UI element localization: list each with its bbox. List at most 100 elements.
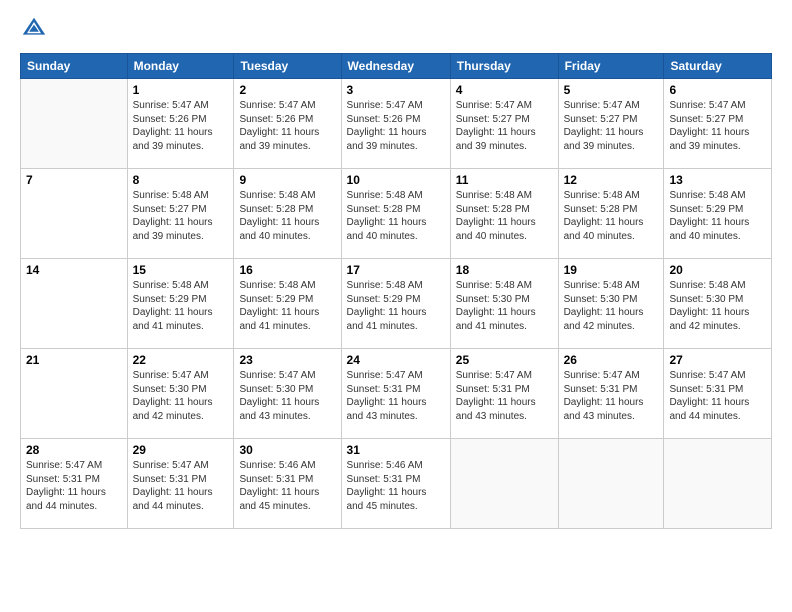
cell-info: Sunrise: 5:48 AMSunset: 5:30 PMDaylight:… <box>456 279 553 333</box>
day-number: 6 <box>669 83 766 97</box>
table-cell: 5 Sunrise: 5:47 AMSunset: 5:27 PMDaylight… <box>558 79 664 169</box>
day-number: 17 <box>347 263 445 277</box>
table-cell: 19 Sunrise: 5:48 AMSunset: 5:30 PMDayligh… <box>558 259 664 349</box>
calendar-header-row: Sunday Monday Tuesday Wednesday Thursday… <box>21 54 772 79</box>
table-cell: 6 Sunrise: 5:47 AMSunset: 5:27 PMDaylight… <box>664 79 772 169</box>
cell-info: Sunrise: 5:47 AMSunset: 5:31 PMDaylight:… <box>456 369 553 423</box>
table-cell: 20 Sunrise: 5:48 AMSunset: 5:30 PMDayligh… <box>664 259 772 349</box>
table-cell: 15 Sunrise: 5:48 AMSunset: 5:29 PMDayligh… <box>127 259 234 349</box>
cell-info: Sunrise: 5:47 AMSunset: 5:31 PMDaylight:… <box>669 369 766 423</box>
table-cell: 9 Sunrise: 5:48 AMSunset: 5:28 PMDaylight… <box>234 169 341 259</box>
table-cell <box>21 79 128 169</box>
day-number: 29 <box>133 443 229 457</box>
table-cell: 17 Sunrise: 5:48 AMSunset: 5:29 PMDayligh… <box>341 259 450 349</box>
day-number: 27 <box>669 353 766 367</box>
table-cell: 28 Sunrise: 5:47 AMSunset: 5:31 PMDayligh… <box>21 439 128 529</box>
table-cell: 29Sunrise: 5:47 AMSunset: 5:31 PMDayligh… <box>127 439 234 529</box>
day-number: 28 <box>26 443 122 457</box>
day-number: 5 <box>564 83 659 97</box>
table-row: 1 Sunrise: 5:47 AMSunset: 5:26 PMDaylight… <box>21 79 772 169</box>
table-cell: 7 <box>21 169 128 259</box>
header <box>20 15 772 43</box>
table-cell: 2 Sunrise: 5:47 AMSunset: 5:26 PMDaylight… <box>234 79 341 169</box>
table-cell: 26Sunrise: 5:47 AMSunset: 5:31 PMDayligh… <box>558 349 664 439</box>
cell-info: Sunrise: 5:46 AMSunset: 5:31 PMDaylight:… <box>347 459 445 513</box>
day-number: 11 <box>456 173 553 187</box>
table-row: 14 15 Sunrise: 5:48 AMSunset: 5:29 PMDayli… <box>21 259 772 349</box>
table-cell: 13 Sunrise: 5:48 AMSunset: 5:29 PMDayligh… <box>664 169 772 259</box>
table-cell <box>558 439 664 529</box>
day-number: 4 <box>456 83 553 97</box>
cell-info: Sunrise: 5:47 AMSunset: 5:26 PMDaylight:… <box>133 99 229 153</box>
cell-info: Sunrise: 5:48 AMSunset: 5:29 PMDaylight:… <box>239 279 335 333</box>
day-number: 12 <box>564 173 659 187</box>
cell-info: Sunrise: 5:46 AMSunset: 5:31 PMDaylight:… <box>239 459 335 513</box>
col-tuesday: Tuesday <box>234 54 341 79</box>
table-row: 21 22Sunrise: 5:47 AMSunset: 5:30 PMDayli… <box>21 349 772 439</box>
day-number: 18 <box>456 263 553 277</box>
day-number: 8 <box>133 173 229 187</box>
table-cell: 16 Sunrise: 5:48 AMSunset: 5:29 PMDayligh… <box>234 259 341 349</box>
day-number: 13 <box>669 173 766 187</box>
day-number: 1 <box>133 83 229 97</box>
col-wednesday: Wednesday <box>341 54 450 79</box>
col-monday: Monday <box>127 54 234 79</box>
day-number: 15 <box>133 263 229 277</box>
table-cell: 23Sunrise: 5:47 AMSunset: 5:30 PMDayligh… <box>234 349 341 439</box>
cell-info: Sunrise: 5:48 AMSunset: 5:29 PMDaylight:… <box>669 189 766 243</box>
table-cell: 31 Sunrise: 5:46 AMSunset: 5:31 PMDayligh… <box>341 439 450 529</box>
day-number: 2 <box>239 83 335 97</box>
table-cell: 4 Sunrise: 5:47 AMSunset: 5:27 PMDaylight… <box>450 79 558 169</box>
day-number: 9 <box>239 173 335 187</box>
day-number: 14 <box>26 263 122 277</box>
table-cell: 22Sunrise: 5:47 AMSunset: 5:30 PMDayligh… <box>127 349 234 439</box>
table-row: 28 Sunrise: 5:47 AMSunset: 5:31 PMDayligh… <box>21 439 772 529</box>
day-number: 19 <box>564 263 659 277</box>
day-number: 3 <box>347 83 445 97</box>
cell-info: Sunrise: 5:48 AMSunset: 5:27 PMDaylight:… <box>133 189 229 243</box>
logo <box>20 15 52 43</box>
table-row: 78 Sunrise: 5:48 AMSunset: 5:27 PMDayligh… <box>21 169 772 259</box>
cell-info: Sunrise: 5:48 AMSunset: 5:30 PMDaylight:… <box>669 279 766 333</box>
table-cell: 10Sunrise: 5:48 AMSunset: 5:28 PMDayligh… <box>341 169 450 259</box>
cell-info: Sunrise: 5:47 AMSunset: 5:27 PMDaylight:… <box>669 99 766 153</box>
cell-info: Sunrise: 5:48 AMSunset: 5:29 PMDaylight:… <box>133 279 229 333</box>
table-cell: 30 Sunrise: 5:46 AMSunset: 5:31 PMDayligh… <box>234 439 341 529</box>
day-number: 30 <box>239 443 335 457</box>
table-cell: 1 Sunrise: 5:47 AMSunset: 5:26 PMDaylight… <box>127 79 234 169</box>
page: Sunday Monday Tuesday Wednesday Thursday… <box>0 0 792 612</box>
cell-info: Sunrise: 5:47 AMSunset: 5:31 PMDaylight:… <box>26 459 122 513</box>
day-number: 24 <box>347 353 445 367</box>
table-cell: 14 <box>21 259 128 349</box>
col-thursday: Thursday <box>450 54 558 79</box>
cell-info: Sunrise: 5:48 AMSunset: 5:28 PMDaylight:… <box>239 189 335 243</box>
table-cell <box>450 439 558 529</box>
day-number: 31 <box>347 443 445 457</box>
cell-info: Sunrise: 5:48 AMSunset: 5:29 PMDaylight:… <box>347 279 445 333</box>
col-friday: Friday <box>558 54 664 79</box>
day-number: 23 <box>239 353 335 367</box>
day-number: 7 <box>26 173 122 187</box>
cell-info: Sunrise: 5:47 AMSunset: 5:31 PMDaylight:… <box>347 369 445 423</box>
table-cell: 3 Sunrise: 5:47 AMSunset: 5:26 PMDaylight… <box>341 79 450 169</box>
day-number: 16 <box>239 263 335 277</box>
cell-info: Sunrise: 5:47 AMSunset: 5:26 PMDaylight:… <box>239 99 335 153</box>
day-number: 21 <box>26 353 122 367</box>
logo-icon <box>20 15 48 43</box>
col-sunday: Sunday <box>21 54 128 79</box>
cell-info: Sunrise: 5:47 AMSunset: 5:30 PMDaylight:… <box>133 369 229 423</box>
day-number: 20 <box>669 263 766 277</box>
table-cell <box>664 439 772 529</box>
table-cell: 12 Sunrise: 5:48 AMSunset: 5:28 PMDayligh… <box>558 169 664 259</box>
day-number: 10 <box>347 173 445 187</box>
cell-info: Sunrise: 5:48 AMSunset: 5:28 PMDaylight:… <box>456 189 553 243</box>
cell-info: Sunrise: 5:47 AMSunset: 5:27 PMDaylight:… <box>456 99 553 153</box>
table-cell: 27 Sunrise: 5:47 AMSunset: 5:31 PMDayligh… <box>664 349 772 439</box>
cell-info: Sunrise: 5:47 AMSunset: 5:26 PMDaylight:… <box>347 99 445 153</box>
cell-info: Sunrise: 5:48 AMSunset: 5:28 PMDaylight:… <box>564 189 659 243</box>
table-cell: 18 Sunrise: 5:48 AMSunset: 5:30 PMDayligh… <box>450 259 558 349</box>
cell-info: Sunrise: 5:48 AMSunset: 5:30 PMDaylight:… <box>564 279 659 333</box>
cell-info: Sunrise: 5:47 AMSunset: 5:31 PMDaylight:… <box>564 369 659 423</box>
table-cell: 8 Sunrise: 5:48 AMSunset: 5:27 PMDaylight… <box>127 169 234 259</box>
cell-info: Sunrise: 5:47 AMSunset: 5:27 PMDaylight:… <box>564 99 659 153</box>
